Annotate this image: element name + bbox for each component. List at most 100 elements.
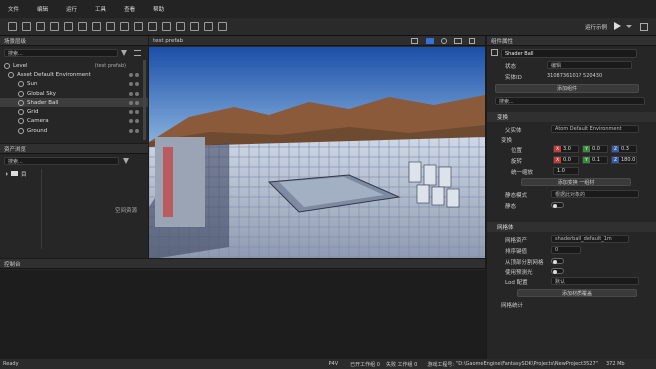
asset-filter-icon[interactable]	[123, 158, 129, 164]
menu-icon[interactable]	[134, 50, 141, 56]
visibility-icon[interactable]	[129, 128, 133, 133]
fullscreen-icon[interactable]	[469, 38, 475, 44]
state-label: 状态	[505, 64, 517, 70]
mesh-section-header[interactable]: 网格体	[487, 222, 656, 232]
add-material-override-button[interactable]: 添加材质覆盖	[517, 289, 637, 297]
rotation-z[interactable]: Z 180.0	[611, 156, 637, 164]
lock-icon[interactable]	[135, 91, 139, 96]
lock-icon[interactable]	[135, 82, 139, 87]
terrain-icon[interactable]	[148, 22, 157, 31]
lock-icon[interactable]	[135, 110, 139, 115]
stats-icon[interactable]	[454, 38, 462, 44]
toolbar: 运行示例	[0, 18, 656, 36]
render-mode-icon[interactable]	[426, 38, 434, 44]
save-icon[interactable]	[22, 22, 31, 31]
transform-section-header[interactable]: 变换	[487, 112, 656, 122]
ui-icon[interactable]	[204, 22, 213, 31]
position-y[interactable]: Y 0.0	[582, 145, 608, 153]
entity-name-input[interactable]: Shader Ball	[501, 49, 637, 58]
rotation-y-value: 0.1	[592, 157, 600, 163]
light-icon[interactable]	[120, 22, 129, 31]
menu-edit[interactable]: 编辑	[37, 5, 48, 13]
filter-icon[interactable]	[121, 50, 127, 56]
mesh-field[interactable]: shaderball_default_1m	[551, 235, 629, 243]
lock-icon[interactable]	[135, 119, 139, 124]
tree-item-shader-ball[interactable]: Shader Ball	[0, 98, 148, 108]
lighting-icon[interactable]	[441, 38, 447, 44]
position-z[interactable]: Z 0.3	[611, 145, 637, 153]
tree-item-camera[interactable]: Camera	[0, 117, 148, 126]
add-component-label: 添加组件	[556, 86, 577, 92]
visibility-icon[interactable]	[129, 110, 133, 115]
add-transform-button[interactable]: 添加变换 一组材	[521, 178, 631, 186]
viewport-tab[interactable]: test prefab	[153, 38, 183, 44]
physics-icon[interactable]	[134, 22, 143, 31]
menu-run[interactable]: 运行	[66, 5, 77, 13]
lock-icon[interactable]	[135, 100, 139, 105]
lock-icon[interactable]	[135, 128, 139, 133]
state-select[interactable]: 编辑	[547, 61, 632, 69]
sort-label: 排序键值	[505, 249, 528, 255]
rotation-x[interactable]: X 0.0	[553, 156, 579, 164]
scene-search-input[interactable]: 搜索...	[4, 49, 118, 57]
z-axis-label: Z	[612, 157, 619, 163]
rotate-icon[interactable]	[50, 22, 59, 31]
mode-select[interactable]: 根据此对象的	[551, 190, 639, 198]
move-icon[interactable]	[36, 22, 45, 31]
particle-icon[interactable]	[190, 22, 199, 31]
visibility-icon[interactable]	[129, 72, 133, 77]
scale-icon[interactable]	[64, 22, 73, 31]
position-x[interactable]: X 3.0	[553, 145, 579, 153]
sort-field[interactable]: 0	[551, 246, 581, 254]
play-options-chevron-down-icon[interactable]	[626, 25, 632, 28]
lock-icon[interactable]	[135, 72, 139, 77]
console-output[interactable]	[0, 270, 485, 359]
tree-item-sun[interactable]: Sun	[0, 80, 148, 89]
script-icon[interactable]	[162, 22, 171, 31]
shadow-toggle[interactable]	[551, 268, 564, 274]
new-icon[interactable]	[8, 22, 17, 31]
settings-icon[interactable]	[218, 22, 227, 31]
menu-help[interactable]: 帮助	[153, 5, 164, 13]
visibility-icon[interactable]	[129, 82, 133, 87]
expand-icon[interactable]	[6, 171, 8, 176]
mesh-stats-label[interactable]: 网格统计	[501, 301, 523, 309]
scale-field[interactable]: 1.0	[553, 167, 579, 175]
camera-icon[interactable]	[411, 38, 418, 44]
console-panel: 控制台	[0, 259, 485, 359]
box	[423, 164, 437, 186]
box	[416, 184, 430, 204]
tree-item-ground[interactable]: Ground	[0, 126, 148, 135]
audio-icon[interactable]	[176, 22, 185, 31]
scene-render[interactable]	[149, 47, 485, 258]
properties-search-input[interactable]: 搜索...	[495, 97, 645, 105]
scene-scrollbar[interactable]	[143, 60, 146, 140]
visibility-icon[interactable]	[129, 91, 133, 96]
menu-file[interactable]: 文件	[8, 5, 19, 13]
mip-toggle[interactable]	[551, 258, 564, 264]
rotation-y[interactable]: Y 0.1	[582, 156, 608, 164]
asset-folder-item[interactable]: 目	[4, 169, 41, 178]
add-component-button[interactable]: 添加组件	[495, 84, 639, 93]
transform-subtitle: 变换	[501, 138, 513, 144]
play-icon[interactable]	[614, 22, 621, 30]
mode-value: 根据此对象的	[555, 191, 586, 198]
tree-item-global-sky[interactable]: Global Sky	[0, 89, 148, 98]
asset-search[interactable]: 搜索...	[4, 157, 119, 165]
tree-item-environment[interactable]: Asset Default Environment	[0, 70, 148, 79]
tree-item-level[interactable]: Level (test prefab)	[0, 61, 148, 70]
snap-icon[interactable]	[78, 22, 87, 31]
visibility-icon[interactable]	[129, 119, 133, 124]
lod-select[interactable]: 默认	[551, 277, 639, 285]
camera-icon[interactable]	[106, 22, 115, 31]
menu-tools[interactable]: 工具	[95, 5, 106, 13]
visibility-icon[interactable]	[129, 100, 133, 105]
tree-item-grid[interactable]: Grid	[0, 107, 148, 116]
scene-search[interactable]: 搜索...	[4, 49, 118, 57]
grid-icon[interactable]	[92, 22, 101, 31]
static-toggle[interactable]	[551, 202, 564, 208]
menu-view[interactable]: 查看	[124, 5, 135, 13]
layout-icon[interactable]	[640, 23, 648, 31]
asset-search-input[interactable]: 搜索...	[4, 157, 119, 165]
space-field[interactable]: Atom Default Environment	[551, 125, 639, 133]
